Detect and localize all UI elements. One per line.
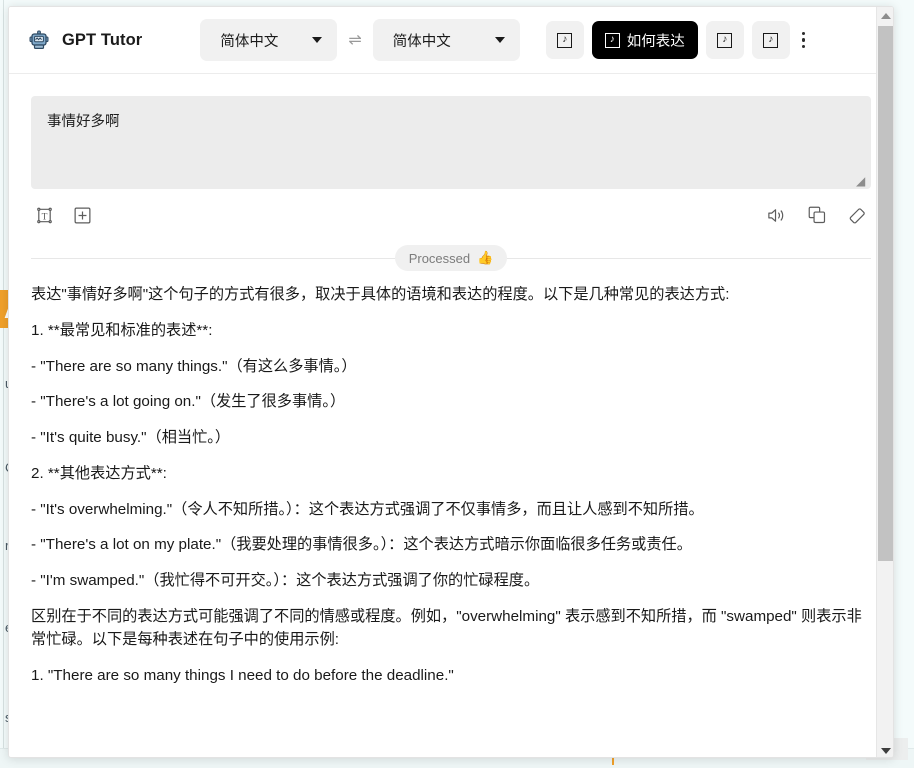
mode-button-group: ♪ ♪ 如何表达 ♪ ♪ bbox=[546, 21, 790, 59]
robot-icon bbox=[27, 28, 51, 52]
answer-paragraph: 表达"事情好多啊"这个句子的方式有很多，取决于具体的语境和表达的程度。以下是几种… bbox=[31, 283, 871, 306]
processed-divider: Processed 👍 bbox=[9, 241, 893, 275]
answer-paragraph: 1. **最常见和标准的表述**: bbox=[31, 319, 871, 342]
composer-tools-right bbox=[766, 206, 867, 230]
chevron-up-icon bbox=[881, 13, 891, 19]
answer-paragraph: - "There's a lot on my plate."（我要处理的事情很多… bbox=[31, 533, 871, 556]
app-window: GPT Tutor 简体中文 ⇌ 简体中文 ♪ ♪ 如何表达 ♪ bbox=[8, 6, 894, 758]
text-format-icon[interactable]: T bbox=[35, 206, 54, 230]
composer-tools-left: T bbox=[35, 206, 91, 230]
copy-icon[interactable] bbox=[808, 206, 826, 229]
answer-paragraph: - "There are so many things."（有这么多事情。） bbox=[31, 355, 871, 378]
scroll-down-arrow[interactable] bbox=[877, 742, 894, 758]
brand: GPT Tutor bbox=[27, 28, 142, 52]
status-label: Processed bbox=[409, 251, 470, 266]
more-options-icon[interactable] bbox=[802, 32, 805, 48]
target-language-label: 简体中文 bbox=[393, 30, 451, 51]
mode-button-1[interactable]: ♪ bbox=[546, 21, 584, 59]
mode-button-label: 如何表达 bbox=[627, 30, 685, 51]
target-language-select[interactable]: 简体中文 bbox=[373, 19, 520, 61]
music-note-icon: ♪ bbox=[763, 33, 778, 48]
answer-paragraph: - "It's quite busy."（相当忙。） bbox=[31, 426, 871, 449]
mode-button-3[interactable]: ♪ bbox=[706, 21, 744, 59]
chevron-down-icon bbox=[495, 37, 505, 43]
source-text-value: 事情好多啊 bbox=[47, 110, 855, 131]
answer-paragraph: 1. "There are so many things I need to d… bbox=[31, 664, 871, 687]
eraser-icon[interactable] bbox=[848, 206, 867, 230]
resize-grip-icon[interactable]: ◢ bbox=[856, 175, 868, 187]
app-title: GPT Tutor bbox=[62, 31, 142, 50]
answer-paragraph: - "There's a lot going on."（发生了很多事情。） bbox=[31, 390, 871, 413]
answer-paragraph: - "I'm swamped."（我忙得不可开交。）：这个表达方式强调了你的忙碌… bbox=[31, 569, 871, 592]
mode-button-4[interactable]: ♪ bbox=[752, 21, 790, 59]
source-text-input[interactable]: 事情好多啊 ◢ bbox=[31, 96, 871, 189]
chevron-down-icon bbox=[312, 37, 322, 43]
answer-paragraph: - "It's overwhelming."（令人不知所措。）：这个表达方式强调… bbox=[31, 498, 871, 521]
music-note-icon: ♪ bbox=[605, 33, 620, 48]
speaker-icon[interactable] bbox=[766, 206, 786, 230]
swap-languages-icon[interactable]: ⇌ bbox=[346, 30, 363, 50]
svg-text:T: T bbox=[42, 212, 48, 222]
add-icon[interactable] bbox=[74, 207, 91, 229]
mode-button-how-to-express[interactable]: ♪ 如何表达 bbox=[592, 21, 698, 59]
app-header: GPT Tutor 简体中文 ⇌ 简体中文 ♪ ♪ 如何表达 ♪ bbox=[9, 7, 893, 74]
answer-paragraph: 2. **其他表达方式**: bbox=[31, 462, 871, 485]
background-rule bbox=[3, 0, 4, 768]
music-note-icon: ♪ bbox=[717, 33, 732, 48]
composer: 事情好多啊 ◢ T bbox=[9, 74, 893, 235]
scrollbar-thumb[interactable] bbox=[878, 26, 893, 561]
answer-paragraph: 区别在于不同的表达方式可能强调了不同的情感或程度。例如，"overwhelmin… bbox=[31, 605, 871, 652]
scroll-up-arrow[interactable] bbox=[877, 7, 894, 24]
status-badge: Processed 👍 bbox=[395, 245, 508, 271]
answer-body: 表达"事情好多啊"这个句子的方式有很多，取决于具体的语境和表达的程度。以下是几种… bbox=[9, 275, 893, 758]
language-selector-group: 简体中文 ⇌ 简体中文 bbox=[200, 19, 519, 61]
vertical-scrollbar[interactable] bbox=[876, 7, 893, 758]
source-language-select[interactable]: 简体中文 bbox=[200, 19, 337, 61]
chevron-down-icon bbox=[881, 748, 891, 754]
source-language-label: 简体中文 bbox=[220, 30, 278, 51]
thumbs-up-icon: 👍 bbox=[477, 250, 493, 266]
music-note-icon: ♪ bbox=[557, 33, 572, 48]
composer-toolbar: T bbox=[31, 189, 871, 235]
